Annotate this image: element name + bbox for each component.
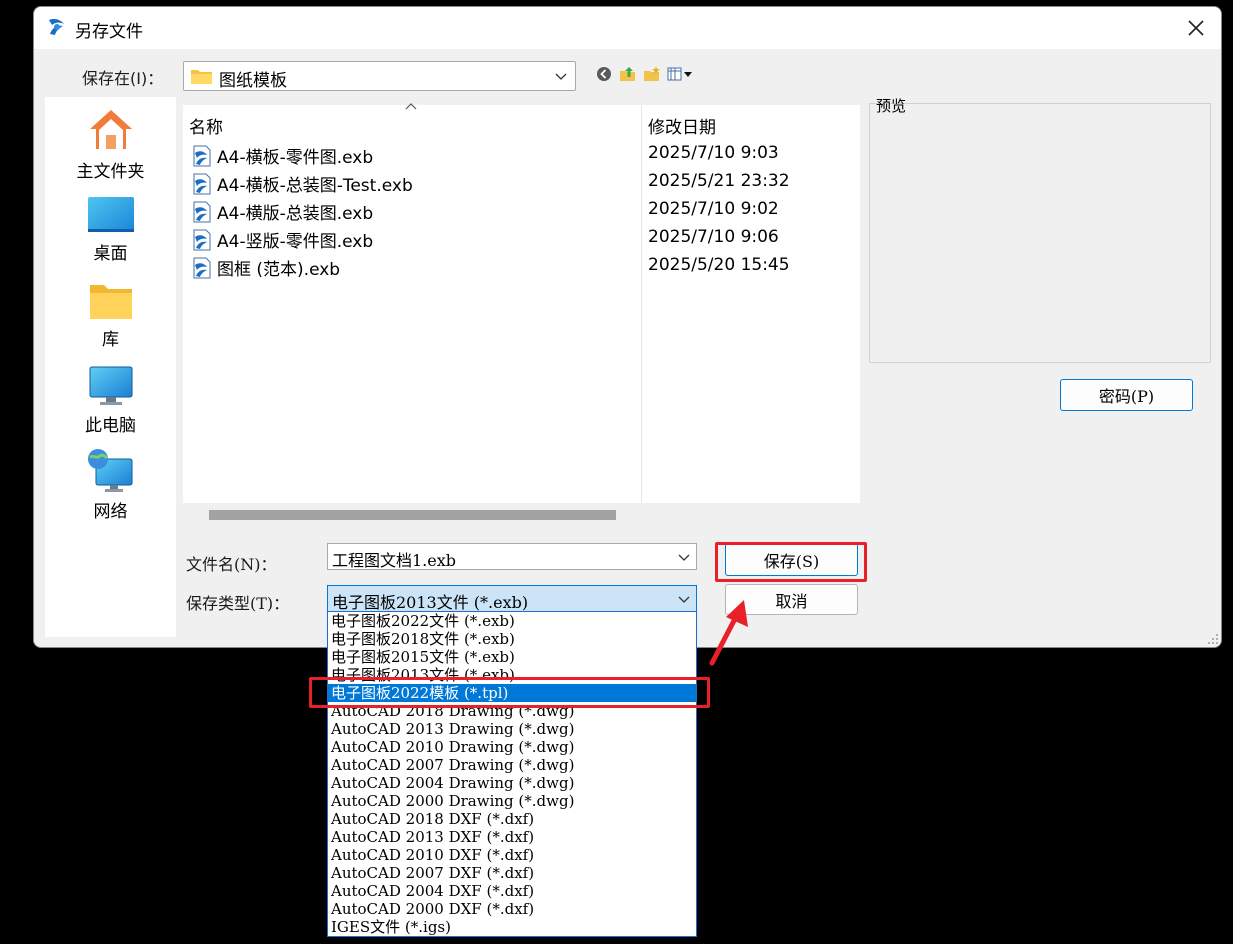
- place-label: 桌面: [93, 244, 128, 264]
- resize-grip-icon[interactable]: [1207, 633, 1219, 645]
- annotation-box-template-option: [309, 677, 710, 708]
- exb-file-icon: [193, 257, 211, 279]
- file-name: A4-横板-零件图.exb: [217, 148, 374, 168]
- place-network[interactable]: 网络: [45, 447, 176, 522]
- filetype-option[interactable]: AutoCAD 2013 Drawing (*.dwg): [328, 720, 696, 738]
- place-desktop[interactable]: 桌面: [45, 193, 176, 264]
- preview-label: 预览: [876, 97, 907, 115]
- back-icon: [597, 67, 611, 81]
- column-header-date[interactable]: 修改日期: [648, 113, 716, 138]
- back-button[interactable]: [594, 64, 614, 84]
- home-icon: [89, 110, 132, 149]
- library-folder-icon: [89, 285, 132, 319]
- file-row[interactable]: A4-竖版-零件图.exb 2025/7/10 9:06: [183, 225, 860, 253]
- filetype-option[interactable]: AutoCAD 2010 DXF (*.dxf): [328, 846, 696, 864]
- file-name: 图框 (范本).exb: [217, 260, 341, 280]
- save-in-label: 保存在(I)：: [82, 69, 164, 88]
- exb-file-icon: [193, 229, 211, 251]
- close-icon: [1188, 20, 1204, 36]
- folder-icon: [191, 70, 212, 84]
- chevron-down-icon: [678, 596, 690, 603]
- password-button[interactable]: 密码(P): [1060, 379, 1193, 411]
- place-label: 网络: [93, 502, 128, 522]
- filetype-option[interactable]: AutoCAD 2007 DXF (*.dxf): [328, 864, 696, 882]
- place-label: 此电脑: [85, 416, 136, 436]
- close-button[interactable]: [1171, 7, 1221, 49]
- place-home[interactable]: 主文件夹: [45, 105, 176, 182]
- chevron-down-icon: [555, 73, 567, 80]
- file-date: 2025/5/20 15:45: [648, 255, 790, 275]
- file-date: 2025/7/10 9:06: [648, 227, 779, 247]
- file-name: A4-横版-总装图.exb: [217, 204, 374, 224]
- filename-input[interactable]: 工程图文档1.exb: [327, 543, 697, 570]
- filename-value: 工程图文档1.exb: [332, 551, 457, 570]
- place-label: 主文件夹: [76, 162, 145, 182]
- filetype-select[interactable]: 电子图板2013文件 (*.exb): [327, 585, 697, 612]
- file-row[interactable]: A4-横板-总装图-Test.exb 2025/5/21 23:32: [183, 169, 860, 197]
- annotation-arrow-icon: [709, 600, 748, 666]
- filetype-dropdown-list[interactable]: 电子图板2022文件 (*.exb) 电子图板2018文件 (*.exb) 电子…: [327, 611, 697, 937]
- place-label: 库: [102, 330, 119, 350]
- filetype-value: 电子图板2013文件 (*.exb): [332, 593, 529, 612]
- up-folder-icon: [620, 67, 635, 81]
- place-library[interactable]: 库: [45, 279, 176, 350]
- file-name: A4-横板-总装图-Test.exb: [217, 176, 413, 196]
- file-row[interactable]: A4-横版-总装图.exb 2025/7/10 9:02: [183, 197, 860, 225]
- file-date: 2025/7/10 9:03: [648, 143, 779, 163]
- file-date: 2025/7/10 9:02: [648, 199, 779, 219]
- file-list[interactable]: 名称 修改日期 A4-横板-零件图.exb 2025/7/10 9:03 A4-…: [183, 103, 860, 503]
- filetype-option[interactable]: 电子图板2015文件 (*.exb): [328, 648, 696, 666]
- file-row[interactable]: A4-横板-零件图.exb 2025/7/10 9:03: [183, 141, 860, 169]
- title-bar[interactable]: 另存文件: [34, 7, 1221, 49]
- view-list-icon: [667, 67, 692, 81]
- preview-panel: [869, 103, 1211, 363]
- computer-icon: [89, 366, 132, 405]
- filetype-option[interactable]: AutoCAD 2004 DXF (*.dxf): [328, 882, 696, 900]
- exb-file-icon: [193, 145, 211, 167]
- annotation-box-save: [715, 542, 867, 582]
- view-menu-button[interactable]: [666, 64, 696, 84]
- filetype-option[interactable]: AutoCAD 2013 DXF (*.dxf): [328, 828, 696, 846]
- new-folder-icon: [644, 66, 660, 81]
- filetype-option[interactable]: 电子图板2022文件 (*.exb): [328, 612, 696, 630]
- filetype-option[interactable]: IGES文件 (*.igs): [328, 918, 696, 936]
- save-in-select[interactable]: 图纸模板: [183, 61, 576, 91]
- filetype-option[interactable]: AutoCAD 2018 DXF (*.dxf): [328, 810, 696, 828]
- sort-ascending-icon: [405, 103, 417, 110]
- app-logo-icon: [49, 19, 64, 35]
- file-row[interactable]: 图框 (范本).exb 2025/5/20 15:45: [183, 253, 860, 281]
- column-header-name[interactable]: 名称: [189, 113, 223, 138]
- exb-file-icon: [193, 173, 211, 195]
- filetype-option[interactable]: AutoCAD 2000 Drawing (*.dwg): [328, 792, 696, 810]
- filetype-label: 保存类型(T)：: [186, 594, 290, 613]
- filetype-option[interactable]: AutoCAD 2010 Drawing (*.dwg): [328, 738, 696, 756]
- filetype-option[interactable]: AutoCAD 2000 DXF (*.dxf): [328, 900, 696, 918]
- filename-label: 文件名(N)：: [186, 555, 277, 574]
- file-date: 2025/5/21 23:32: [648, 171, 790, 191]
- places-bar: 主文件夹 桌面 库 此电脑 网络: [45, 97, 176, 637]
- filetype-option[interactable]: AutoCAD 2007 Drawing (*.dwg): [328, 756, 696, 774]
- chevron-down-icon: [678, 554, 690, 561]
- exb-file-icon: [193, 201, 211, 223]
- window-title: 另存文件: [75, 22, 143, 42]
- network-icon: [87, 449, 132, 492]
- horizontal-scrollbar-thumb[interactable]: [209, 510, 616, 520]
- filetype-option[interactable]: 电子图板2018文件 (*.exb): [328, 630, 696, 648]
- new-folder-button[interactable]: [642, 64, 662, 84]
- place-this-pc[interactable]: 此电脑: [45, 363, 176, 436]
- desktop-icon: [87, 197, 134, 232]
- file-name: A4-竖版-零件图.exb: [217, 232, 374, 252]
- navigation-toolbar: [594, 63, 696, 85]
- save-as-dialog: 另存文件 保存在(I)： 图纸模板 主文件夹 桌面 库 此电脑 网络 名称 修改…: [33, 6, 1222, 648]
- filetype-option[interactable]: AutoCAD 2004 Drawing (*.dwg): [328, 774, 696, 792]
- save-in-value: 图纸模板: [219, 71, 287, 91]
- up-folder-button[interactable]: [618, 64, 638, 84]
